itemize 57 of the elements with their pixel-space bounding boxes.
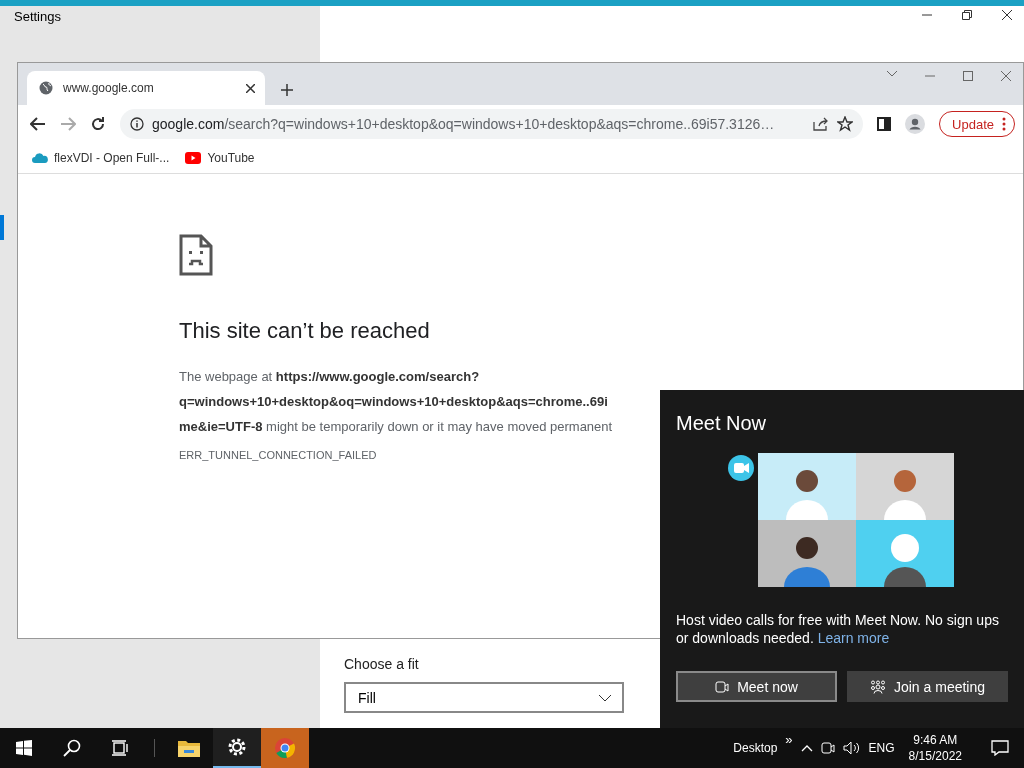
back-arrow-icon [30,117,46,131]
panel-title: Meet Now [676,412,768,435]
chevron-down-icon [887,71,897,77]
task-view-icon [111,740,129,756]
speaker-icon [842,741,861,755]
close-icon [1001,71,1011,81]
desktop-toolbar[interactable]: Desktop [733,741,778,755]
meeting-button[interactable]: Meet now [676,671,837,702]
error-message: q=windows+10+desktop&oq=windows+10+desktop&aqs=chrome..69i [179,393,608,411]
taskbar-app[interactable] [213,728,261,768]
bookmark[interactable]: flexVDI - Open Full-... [32,151,170,165]
fit-label: Choose a fit [344,656,420,672]
cloud-icon [32,152,48,164]
chrome-logo-icon [274,737,296,759]
search-icon [63,739,81,757]
toolbar-overflow[interactable]: » [785,732,793,747]
panel-description: Host video calls for free with Meet Now. No sign ups or downloads needed. Learn more [676,611,1000,647]
clock[interactable]: 9:46 AM 8/15/2022 [908,732,962,764]
chevron-down-icon [598,693,612,702]
error-code: ERR_TUNNEL_CONNECTION_FAILED [179,449,378,461]
info-icon [130,117,144,131]
language-indicator[interactable]: ENG [868,741,895,755]
more-vertical-icon [1002,117,1006,131]
fit-dropdown[interactable]: Fill [344,682,624,713]
video-camera-icon [820,741,835,755]
video-camera-icon [715,679,730,694]
close-icon [1002,10,1012,20]
profile-icon [905,114,926,134]
chevron-up-icon [800,744,813,752]
nav-selection-indicator [0,215,4,240]
close-icon [246,83,255,93]
plus-icon [281,84,293,96]
error-message: me&ie=UTF-8 might be temporarily down or it may have moved permanent [179,418,613,436]
browser-tab[interactable]: www.google.com [27,71,265,105]
globe-icon [39,81,53,95]
star-icon [837,116,854,132]
forward-arrow-icon [60,117,76,131]
meeting-button[interactable]: Join a meeting [847,671,1008,702]
window-title: Settings [14,9,61,24]
error-title: This site can’t be reached [179,318,430,344]
error-message: The webpage at https://www.google.com/search? [179,368,480,386]
people-icon [869,679,886,694]
side-panel-icon [877,117,892,131]
maximize-icon [963,71,973,81]
reload-icon [90,116,106,132]
learn-more-link[interactable]: Learn more [817,630,890,646]
windows-logo-icon [16,740,32,756]
bookmark[interactable]: YouTube [185,151,255,165]
play-icon [185,152,202,164]
update-button[interactable]: Update [939,111,1015,137]
share-icon [813,117,830,131]
restore-icon [962,10,972,20]
gear-icon [226,736,248,758]
speech-bubble-icon [991,740,1009,756]
folder-icon [177,738,201,758]
sad-page-icon [179,234,213,276]
address-bar[interactable]: google.com/search?q=windows+10+desktop&oq=windows+10+desktop&aqs=chrome..69i57.3126… [120,109,864,139]
